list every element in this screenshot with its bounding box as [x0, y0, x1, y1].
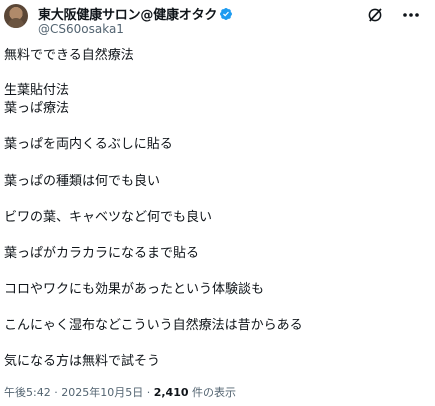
post-meta: 午後5:42 · 2025年10月5日 · 2,410 件の表示: [4, 384, 236, 400]
post-line: 葉っぱの種類は何でも良い: [4, 174, 161, 189]
post-line: こんにゃく湿布などこういう自然療法は昔からある: [4, 318, 303, 333]
post-line: コロやワクにも効果があったという体験談も: [4, 282, 265, 297]
more-options-icon[interactable]: [397, 6, 425, 24]
post-line: 葉っぱ療法: [4, 101, 70, 116]
post-header: 東大阪健康サロン@健康オタク @CS60osaka1: [0, 0, 435, 42]
post-line: 気になる方は無料で試そう: [4, 354, 161, 369]
view-count-label: 件の表示: [192, 386, 236, 399]
meta-separator: ·: [54, 386, 58, 399]
post-line: 無料でできる自然療法: [4, 48, 134, 63]
meta-separator: ·: [146, 386, 151, 399]
avatar[interactable]: [4, 4, 28, 28]
view-count: 2,410: [153, 386, 189, 399]
grok-icon[interactable]: [366, 6, 384, 24]
author-handle[interactable]: @CS60osaka1: [38, 22, 124, 36]
post-line: 生葉貼付法: [4, 83, 70, 98]
author-name-row[interactable]: 東大阪健康サロン@健康オタク: [38, 4, 233, 23]
author-display-name[interactable]: 東大阪健康サロン@健康オタク: [38, 8, 217, 23]
post-time[interactable]: 午後5:42: [4, 386, 51, 399]
post-line: 葉っぱがカラカラになるまで貼る: [4, 246, 200, 261]
post-line: ビワの葉、キャベツなど何でも良い: [4, 210, 213, 225]
verified-badge-icon: [220, 8, 233, 20]
post-date[interactable]: 2025年10月5日: [61, 386, 143, 399]
post-line: 葉っぱを両内くるぶしに貼る: [4, 137, 173, 152]
